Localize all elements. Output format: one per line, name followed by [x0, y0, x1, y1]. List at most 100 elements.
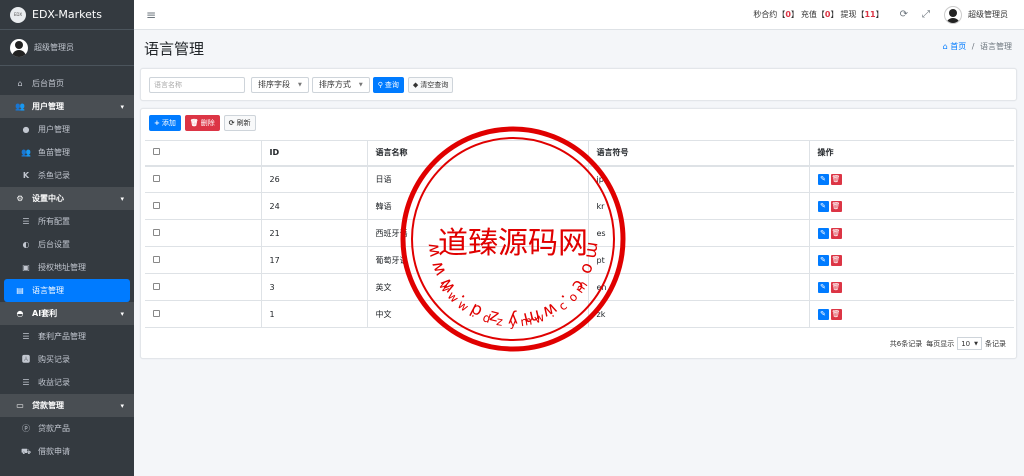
row-checkbox-cell — [145, 300, 261, 328]
sidebar-item-arbitrage-products[interactable]: ☰ 套利产品管理 — [0, 325, 134, 348]
id-card-icon: ▣ — [22, 263, 30, 272]
home-icon: ⌂ — [942, 42, 948, 51]
page-size-select[interactable]: 10 ▼ — [957, 337, 982, 350]
sidebar-item-admin-settings[interactable]: ◐ 后台设置 — [0, 233, 134, 256]
brand-link[interactable]: EDX EDX-Markets — [0, 0, 134, 30]
plus-icon: + — [154, 119, 160, 127]
sort-field-select[interactable]: 排序字段 ▼ — [251, 76, 309, 93]
row-checkbox[interactable] — [153, 174, 160, 182]
sidebar-nav: ⌂ 后台首页 👥 用户管理 ▾ ● 用户管理 👥 鱼苗管理 K 杀鱼记录 ⚙ 设置中心 ▾ ☰ 所… — [0, 72, 134, 463]
trash-icon[interactable]: 🗑 — [830, 200, 842, 212]
sidebar-group-settings[interactable]: ⚙ 设置中心 ▾ — [0, 187, 134, 210]
row-checkbox-cell — [145, 192, 261, 220]
trash-icon[interactable]: 🗑 — [830, 173, 842, 185]
edit-icon[interactable]: ✎ — [817, 200, 829, 212]
sidebar-item-income-records[interactable]: ☰ 收益记录 — [0, 371, 134, 394]
sidebar-item-language[interactable]: ▤ 语言管理 — [4, 279, 130, 302]
row-checkbox[interactable] — [153, 255, 160, 263]
cell-id: 3 — [260, 273, 367, 301]
sidebar-item-label: 杀鱼记录 — [38, 171, 70, 180]
hamburger-menu-icon[interactable]: ≡ — [146, 8, 156, 22]
sidebar-group-loans[interactable]: ▭ 贷款管理 ▾ — [0, 394, 134, 417]
row-checkbox-cell — [145, 246, 261, 274]
cell-actions: ✎ 🗑 — [808, 300, 1014, 328]
column-header-name[interactable]: 语言名称 — [366, 140, 588, 167]
sidebar-item-label: 用户管理 — [32, 102, 64, 111]
delete-button-label: 删除 — [200, 119, 215, 127]
list-icon: ☰ — [22, 378, 30, 387]
sidebar-item-all-config[interactable]: ☰ 所有配置 — [0, 210, 134, 233]
sidebar-item-purchase-records[interactable]: 🅰 购买记录 — [0, 348, 134, 371]
avatar[interactable] — [944, 5, 962, 24]
contract-stat[interactable]: 秒合约【0】 — [753, 9, 799, 20]
sidebar-item-label: 购买记录 — [38, 355, 70, 364]
android-icon: ◓ — [16, 309, 24, 318]
clear-query-button[interactable]: ◆ 清空查询 — [407, 76, 454, 93]
sidebar-item-loan-applications[interactable]: ⛟ 借款申请 — [0, 440, 134, 463]
table-row: 1 中文 zk ✎ 🗑 — [145, 300, 1014, 328]
recharge-stat[interactable]: 充值【0】 — [801, 9, 839, 20]
edit-icon[interactable]: ✎ — [817, 227, 829, 239]
select-all-checkbox[interactable] — [153, 148, 160, 156]
edit-icon[interactable]: ✎ — [817, 308, 829, 320]
total-records: 共6条记录 — [889, 339, 923, 348]
trash-icon[interactable]: 🗑 — [830, 227, 842, 239]
sidebar-item-label: 所有配置 — [38, 217, 70, 226]
users-icon: 👥 — [15, 102, 25, 111]
row-checkbox-cell — [145, 273, 261, 301]
withdraw-stat[interactable]: 提现【11】 — [840, 9, 883, 20]
page-size-value: 10 — [961, 339, 971, 348]
page-header: 语言管理 — [134, 30, 1024, 66]
breadcrumb-current: 语言管理 — [980, 42, 1012, 51]
sidebar-item-loan-products[interactable]: ⓟ 贷款产品 — [0, 417, 134, 440]
user-panel[interactable]: 超级管理员 — [0, 30, 134, 66]
sidebar-item-kill-records[interactable]: K 杀鱼记录 — [0, 164, 134, 187]
language-icon: ▤ — [16, 286, 24, 295]
row-checkbox[interactable] — [153, 228, 160, 236]
row-checkbox[interactable] — [153, 201, 160, 209]
add-button[interactable]: + 添加 — [149, 115, 181, 131]
sidebar-group-ai-arbitrage[interactable]: ◓ AI套利 ▾ — [0, 302, 134, 325]
cell-name: 英文 — [366, 273, 588, 301]
column-header-id[interactable]: ID — [260, 140, 367, 167]
edit-icon[interactable]: ✎ — [817, 254, 829, 266]
caret-down-icon: ▼ — [298, 81, 302, 88]
cogs-icon: ⚙ — [16, 194, 24, 203]
chevron-down-icon: ▾ — [120, 102, 124, 111]
row-checkbox[interactable] — [153, 309, 160, 317]
money-icon: ▭ — [16, 401, 24, 410]
refresh-icon: ⟳ — [228, 119, 235, 127]
sort-order-select[interactable]: 排序方式 ▼ — [311, 76, 370, 93]
admin-name[interactable]: 超级管理员 — [968, 9, 1008, 20]
column-header-code[interactable]: 语言符号 — [587, 140, 809, 167]
clear-button-label: 清空查询 — [420, 80, 449, 89]
sidebar-item-auth-address[interactable]: ▣ 授权地址管理 — [0, 256, 134, 279]
table-row: 24 韓语 kr ✎ 🗑 — [145, 192, 1014, 220]
edit-icon[interactable]: ✎ — [817, 281, 829, 293]
cell-id: 1 — [260, 300, 367, 328]
search-input[interactable] — [149, 76, 245, 93]
sidebar-group-users[interactable]: 👥 用户管理 ▾ — [0, 95, 134, 118]
column-header-actions: 操作 — [808, 140, 1014, 167]
sidebar-item-user-manage[interactable]: ● 用户管理 — [0, 118, 134, 141]
trash-icon[interactable]: 🗑 — [830, 308, 842, 320]
list-icon: ☰ — [22, 332, 30, 341]
half-circle-icon: ◐ — [22, 240, 30, 249]
table-row: 3 英文 en ✎ 🗑 — [145, 273, 1014, 301]
delete-button[interactable]: 🗑 删除 — [184, 115, 220, 131]
trash-icon[interactable]: 🗑 — [830, 254, 842, 266]
breadcrumb-home[interactable]: ⌂ 首页 — [943, 42, 967, 51]
sidebar-item-dashboard[interactable]: ⌂ 后台首页 — [0, 72, 134, 95]
brand-logo: EDX — [10, 6, 26, 23]
cell-actions: ✎ 🗑 — [808, 273, 1014, 301]
edit-icon[interactable]: ✎ — [817, 173, 829, 185]
sidebar-item-fish-manage[interactable]: 👥 鱼苗管理 — [0, 141, 134, 164]
trash-icon[interactable]: 🗑 — [830, 281, 842, 293]
sort-field-label: 排序字段 — [258, 80, 290, 89]
row-checkbox[interactable] — [153, 282, 160, 290]
fullscreen-icon[interactable]: ⤢ — [922, 9, 930, 20]
list-icon: ☰ — [22, 217, 30, 226]
refresh-button[interactable]: ⟳ 刷新 — [223, 115, 256, 131]
refresh-icon[interactable]: ⟳ — [900, 9, 908, 20]
query-button[interactable]: ⚲ 查询 — [372, 76, 404, 93]
